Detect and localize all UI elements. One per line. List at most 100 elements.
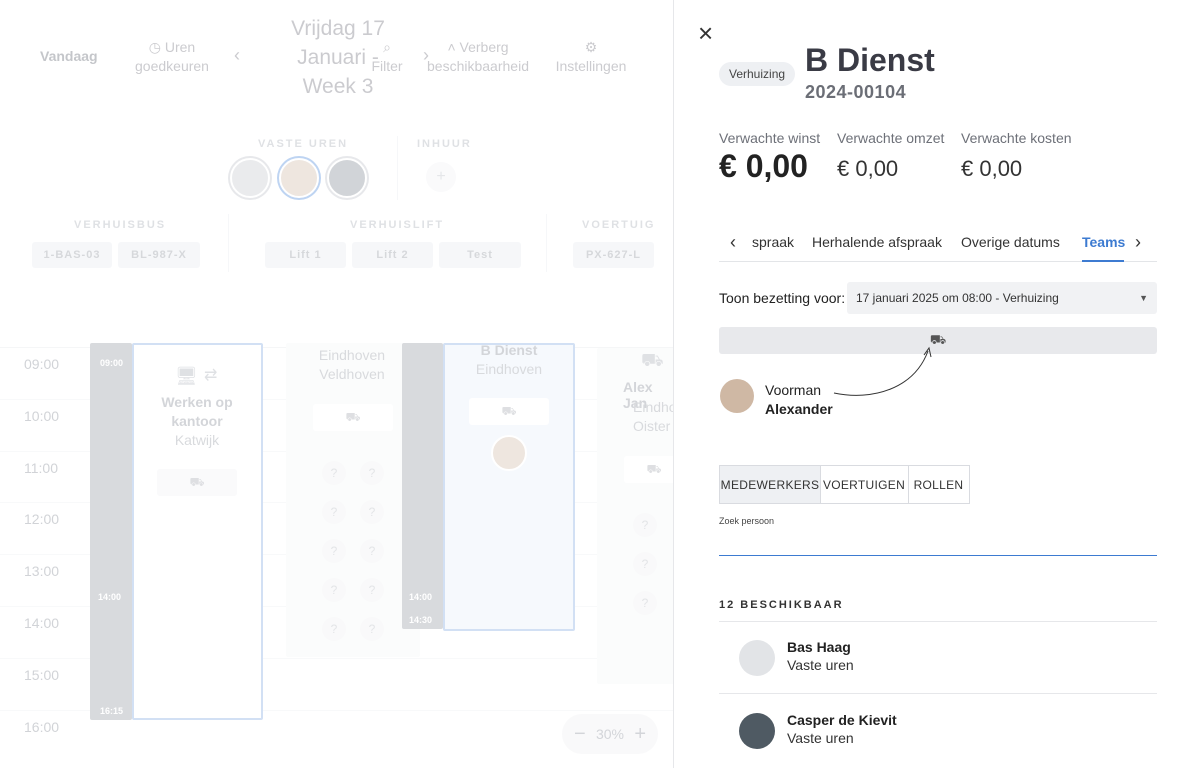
- truck-icon[interactable]: ⛟: [157, 469, 237, 496]
- filter-button[interactable]: ⌕ Filter: [366, 38, 408, 76]
- unassigned-person-icon[interactable]: ?: [360, 578, 384, 602]
- resource-chip[interactable]: Lift 2: [352, 242, 433, 268]
- zoom-out-button[interactable]: −: [574, 723, 586, 746]
- divider: [546, 214, 547, 272]
- monitor-icon: 🖥︎: [175, 366, 198, 386]
- vehicle-slot-bar[interactable]: ⛟: [719, 327, 1157, 354]
- metric-label: Verwachte omzet: [837, 130, 945, 146]
- unassigned-person-icon[interactable]: ?: [633, 552, 657, 576]
- clock-icon: ◷: [148, 39, 161, 55]
- person-name: Casper de Kievit: [787, 712, 897, 728]
- unassigned-person-icon[interactable]: ?: [322, 539, 346, 563]
- tab-other-dates[interactable]: Overige datums: [961, 234, 1060, 250]
- unassigned-person-icon[interactable]: ?: [360, 617, 384, 641]
- unassigned-person-icon[interactable]: ?: [322, 578, 346, 602]
- filter-label: Filter: [371, 58, 403, 74]
- time-label: 09:00: [24, 356, 60, 372]
- foreman-name: Alexander: [765, 401, 833, 417]
- time-label: 16:00: [24, 719, 60, 735]
- moving-bus-label: VERHUISBUS: [74, 219, 167, 231]
- settings-button[interactable]: ⚙ Instellingen: [554, 38, 628, 76]
- appointment-number: 2024-00104: [805, 82, 907, 102]
- foreman-avatar[interactable]: [720, 379, 754, 413]
- event-bar[interactable]: [90, 343, 132, 720]
- unassigned-person-icon[interactable]: ?: [360, 539, 384, 563]
- tab-teams[interactable]: Teams: [1082, 234, 1125, 250]
- unassigned-person-icon[interactable]: ?: [360, 461, 384, 485]
- time-label: 15:00: [24, 667, 60, 683]
- metric-value: € 0,00: [961, 156, 1023, 181]
- fixed-hours-label: VASTE UREN: [258, 138, 349, 150]
- unassigned-person-icon[interactable]: ?: [633, 591, 657, 615]
- unassigned-person-icon[interactable]: ?: [322, 500, 346, 524]
- unassigned-person-icon[interactable]: ?: [322, 617, 346, 641]
- close-icon[interactable]: ×: [698, 20, 713, 46]
- event-card-selected[interactable]: [443, 343, 575, 631]
- metric-label: Verwachte winst: [719, 130, 821, 146]
- prev-day-chevron-icon[interactable]: ‹: [234, 46, 240, 65]
- avatar[interactable]: [279, 158, 319, 198]
- truck-icon[interactable]: ⛟: [624, 456, 673, 483]
- event-bar[interactable]: [402, 343, 443, 629]
- truck-icon[interactable]: ⛟: [313, 404, 393, 431]
- tab-recurring[interactable]: Herhalende afspraak: [812, 234, 942, 250]
- resource-chip[interactable]: PX-627-L: [573, 242, 654, 268]
- scheduler-background: Vandaag ◷ Uren goedkeuren ‹ Vrijdag 17 J…: [0, 0, 673, 768]
- unassigned-person-icon[interactable]: ?: [360, 500, 384, 524]
- segment-vehicles[interactable]: VOERTUIGEN: [820, 465, 909, 504]
- tabs-next-chevron-icon[interactable]: ›: [1135, 232, 1141, 253]
- avatar[interactable]: [491, 435, 527, 471]
- tabs-prev-chevron-icon[interactable]: ‹: [730, 232, 736, 253]
- vehicle-label: VOERTUIG: [582, 219, 656, 231]
- time-label: 11:00: [24, 460, 58, 476]
- hide-label-1: Verberg: [459, 39, 509, 55]
- event-time: 14:00: [98, 592, 122, 602]
- moving-lift-label: VERHUISLIFT: [350, 219, 445, 231]
- today-button[interactable]: Vandaag: [40, 47, 98, 66]
- zoom-in-button[interactable]: +: [634, 723, 646, 746]
- active-tab-indicator: [1082, 260, 1124, 262]
- metric-label: Verwachte kosten: [961, 130, 1072, 146]
- approve-label-1: Uren: [164, 39, 196, 55]
- pointer-arrow-icon: [833, 346, 932, 396]
- hide-availability-button[interactable]: ˄ Verberg beschikbaarheid: [426, 38, 530, 76]
- avatar: [739, 640, 775, 676]
- unassigned-person-icon[interactable]: ?: [633, 513, 657, 537]
- divider: [397, 136, 398, 200]
- event-place: Eindhoven Veldhoven: [294, 346, 410, 384]
- segment-roles[interactable]: ROLLEN: [908, 465, 970, 504]
- zoom-level: 30%: [595, 726, 625, 742]
- resource-chip[interactable]: BL-987-X: [118, 242, 200, 268]
- event-time: 14:00: [409, 592, 433, 602]
- list-item[interactable]: Casper de Kievit Vaste uren: [719, 694, 1157, 766]
- event-line: Eindho: [633, 399, 673, 415]
- approve-label-2: goedkeuren: [135, 58, 209, 74]
- approve-hours-button[interactable]: ◷ Uren goedkeuren: [130, 38, 214, 76]
- divider: [228, 214, 229, 272]
- add-user-icon[interactable]: +: [424, 160, 458, 194]
- list-item[interactable]: Bas Haag Vaste uren: [719, 621, 1157, 693]
- unassigned-person-icon[interactable]: ?: [322, 461, 346, 485]
- person-contract: Vaste uren: [787, 730, 854, 746]
- event-end-time: 14:30: [409, 615, 433, 625]
- resource-chip[interactable]: Test: [439, 242, 521, 268]
- event-line: Eindhoven: [318, 347, 386, 363]
- resource-chip[interactable]: 1-BAS-03: [32, 242, 112, 268]
- tab-appointment[interactable]: spraak: [752, 234, 794, 250]
- search-person-input[interactable]: [719, 530, 1157, 556]
- resource-chip[interactable]: Lift 1: [265, 242, 346, 268]
- chevron-up-icon: ˄: [447, 39, 456, 55]
- person-name: Bas Haag: [787, 639, 851, 655]
- zoom-control: − 30% +: [562, 714, 658, 754]
- time-label: 13:00: [24, 563, 60, 579]
- type-badge: Verhuizing: [719, 62, 796, 86]
- occupancy-select[interactable]: 17 januari 2025 om 08:00 - Verhuizing ▼: [847, 282, 1157, 314]
- avatar[interactable]: [327, 158, 367, 198]
- event-card[interactable]: [286, 343, 420, 657]
- avatar[interactable]: [230, 158, 270, 198]
- caret-down-icon: ▼: [1139, 293, 1148, 303]
- truck-icon[interactable]: ⛟: [469, 398, 549, 425]
- person-contract: Vaste uren: [787, 657, 854, 673]
- day-line-3: Week 3: [302, 75, 374, 98]
- segment-employees[interactable]: MEDEWERKERS: [719, 465, 821, 504]
